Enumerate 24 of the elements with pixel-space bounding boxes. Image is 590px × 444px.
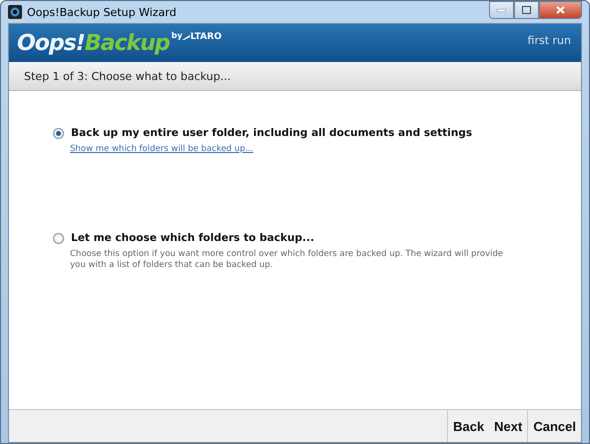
minimize-button[interactable]	[489, 1, 514, 19]
window-title: Oops!Backup Setup Wizard	[27, 6, 176, 18]
option-description: Choose this option if you want more control over which folders are backed up. The wizard will provide you with a list of folders that can be backed up.	[70, 249, 504, 271]
vendor-text: LTARO	[190, 32, 222, 42]
minimize-icon	[497, 8, 506, 12]
option-label: Let me choose which folders to backup...	[71, 232, 314, 244]
option-label: Back up my entire user folder, including all documents and settings	[71, 127, 472, 139]
step-title: Step 1 of 3: Choose what to backup...	[24, 70, 231, 82]
close-button[interactable]	[539, 1, 582, 19]
logo-by-text: by	[171, 31, 182, 40]
logo-mark-icon	[182, 33, 190, 41]
radio-button[interactable]	[53, 128, 64, 138]
wizard-button[interactable]: Next	[489, 410, 528, 442]
logo-text: Oops!	[17, 31, 85, 56]
folders-link[interactable]: Show me which folders will be backed up...	[70, 144, 581, 154]
maximize-icon	[522, 6, 531, 14]
wizard-button[interactable]: Cancel	[527, 410, 581, 442]
app-icon	[8, 5, 22, 19]
logo-accent-text: Backup	[84, 31, 170, 56]
close-icon	[556, 6, 565, 14]
radio-button[interactable]	[53, 232, 64, 244]
mode-label: first run	[528, 34, 571, 47]
maximize-button[interactable]	[514, 1, 539, 19]
wizard-button[interactable]: Back	[447, 410, 490, 442]
